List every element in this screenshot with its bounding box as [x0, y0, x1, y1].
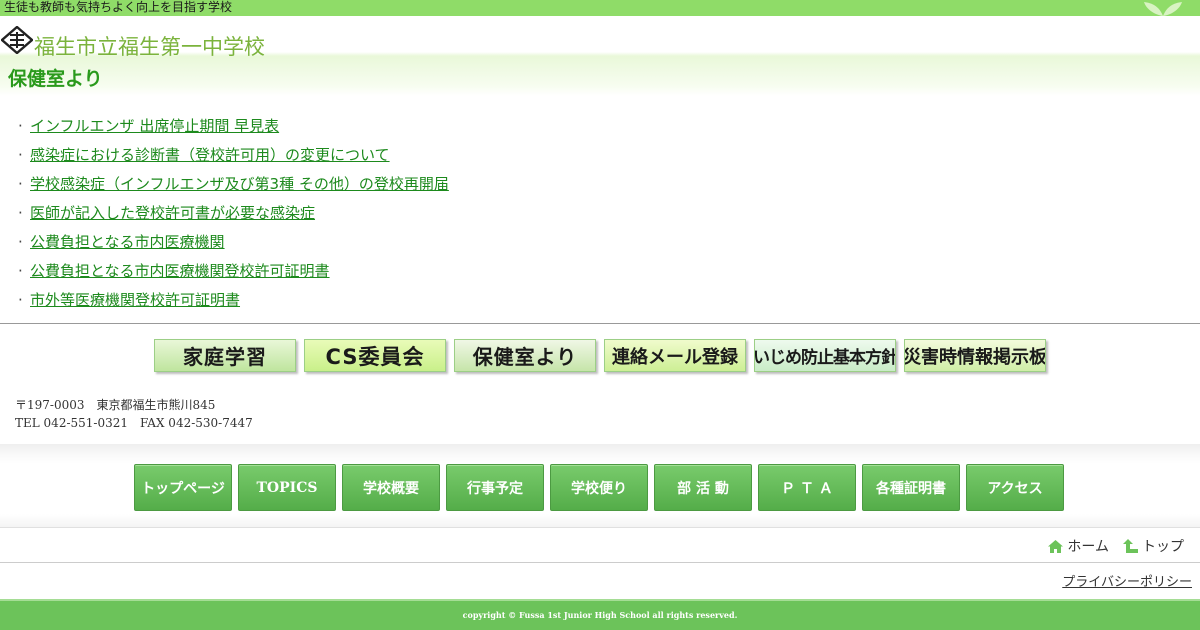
document-link[interactable]: 医師が記入した登校許可書が必要な感染症: [30, 204, 315, 222]
banner-home-study[interactable]: 家庭学習: [154, 339, 296, 372]
home-icon: [1048, 539, 1064, 553]
list-item: · 公費負担となる市内医療機関登校許可証明書: [18, 261, 449, 290]
contact-line: TEL 042-551-0321 FAX 042-530-7447: [15, 416, 253, 430]
document-list: · インフルエンザ 出席停止期間 早見表 · 感染症における診断書（登校許可用）の変…: [18, 116, 449, 319]
content-divider: [0, 323, 1200, 324]
list-item: · 医師が記入した登校許可書が必要な感染症: [18, 203, 449, 232]
nav-pta[interactable]: Ｐ Ｔ Ａ: [758, 464, 856, 511]
document-link[interactable]: 市外等医療機関登校許可証明書: [30, 291, 240, 309]
list-item: · 学校感染症（インフルエンザ及び第3種 その他）の登校再開届: [18, 174, 449, 203]
document-link[interactable]: 公費負担となる市内医療機関: [30, 233, 225, 251]
list-item: · 公費負担となる市内医療機関: [18, 232, 449, 261]
top-bar: 生徒も教師も気持ちよく向上を目指す学校: [0, 0, 1200, 16]
top-label: トップ: [1142, 539, 1184, 555]
footer-divider: [0, 562, 1200, 563]
bullet: ·: [18, 291, 23, 309]
privacy-policy-link[interactable]: プライバシーポリシー: [1062, 571, 1192, 590]
document-link[interactable]: インフルエンザ 出席停止期間 早見表: [30, 117, 279, 135]
nav-events[interactable]: 行事予定: [446, 464, 544, 511]
copyright: copyright © Fussa 1st Junior High School…: [462, 610, 738, 620]
page-title: 保健室より: [8, 68, 103, 90]
banner-mail-registration[interactable]: 連絡メール登録: [604, 339, 746, 372]
banner-anti-bullying-policy[interactable]: いじめ防止基本方針: [754, 339, 896, 372]
school-logo-icon[interactable]: [1, 26, 33, 54]
nav-top-page[interactable]: トップページ: [134, 464, 232, 511]
banner-health-room[interactable]: 保健室より: [454, 339, 596, 372]
bullet: ·: [18, 117, 23, 135]
document-link[interactable]: 学校感染症（インフルエンザ及び第3種 その他）の登校再開届: [30, 175, 449, 193]
list-item: · インフルエンザ 出席停止期間 早見表: [18, 116, 449, 145]
top-link[interactable]: トップ: [1123, 536, 1184, 556]
banner-links: 家庭学習 CS委員会 保健室より 連絡メール登録 いじめ防止基本方針 災害時情報…: [154, 339, 1046, 372]
nav-access[interactable]: アクセス: [966, 464, 1064, 511]
breadcrumb: ホーム トップ: [1048, 536, 1184, 556]
address-line: 〒197-0003 東京都福生市熊川845: [15, 398, 216, 412]
global-nav: トップページ TOPICS 学校概要 行事予定 学校便り 部 活 動 Ｐ Ｔ Ａ…: [134, 464, 1064, 511]
banner-cs-committee[interactable]: CS委員会: [304, 339, 446, 372]
bullet: ·: [18, 233, 23, 251]
document-link[interactable]: 感染症における診断書（登校許可用）の変更について: [30, 146, 390, 164]
nav-clubs[interactable]: 部 活 動: [654, 464, 752, 511]
site-footer: copyright © Fussa 1st Junior High School…: [0, 599, 1200, 630]
nav-newsletter[interactable]: 学校便り: [550, 464, 648, 511]
list-item: · 感染症における診断書（登校許可用）の変更について: [18, 145, 449, 174]
nav-certificates[interactable]: 各種証明書: [862, 464, 960, 511]
leaf-icon: [1144, 2, 1182, 16]
school-address: 〒197-0003 東京都福生市熊川845 TEL 042-551-0321 F…: [15, 396, 253, 432]
bullet: ·: [18, 262, 23, 280]
arrow-up-icon: [1123, 539, 1138, 553]
nav-school-overview[interactable]: 学校概要: [342, 464, 440, 511]
tagline: 生徒も教師も気持ちよく向上を目指す学校: [4, 0, 233, 14]
school-name[interactable]: 福生市立福生第一中学校: [34, 35, 265, 59]
nav-topics[interactable]: TOPICS: [238, 464, 336, 511]
bullet: ·: [18, 146, 23, 164]
banner-disaster-board[interactable]: 災害時情報掲示板: [904, 339, 1046, 372]
document-link[interactable]: 公費負担となる市内医療機関登校許可証明書: [30, 262, 330, 280]
bullet: ·: [18, 175, 23, 193]
home-link[interactable]: ホーム: [1048, 536, 1109, 556]
list-item: · 市外等医療機関登校許可証明書: [18, 290, 449, 319]
home-label: ホーム: [1067, 539, 1109, 555]
bullet: ·: [18, 204, 23, 222]
